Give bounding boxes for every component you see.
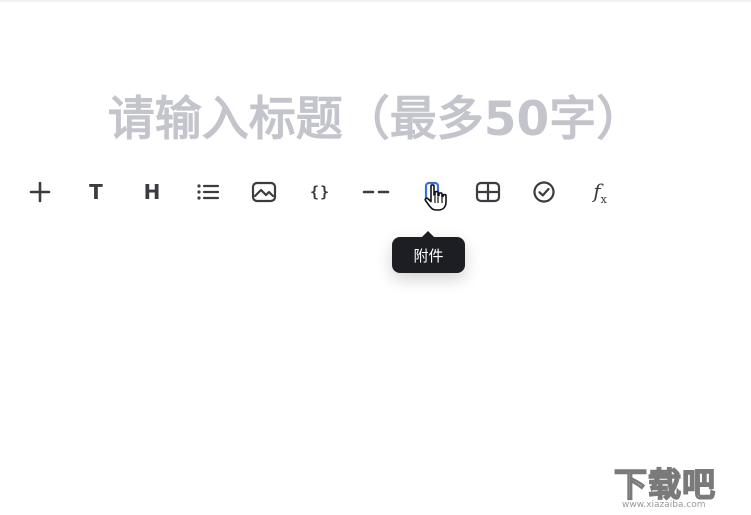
text-button[interactable]: T — [78, 174, 114, 210]
code-braces-icon: {} — [309, 183, 331, 201]
editor-page: T H {} — [0, 0, 751, 515]
hand-pointer-icon — [424, 184, 447, 211]
title-input[interactable] — [0, 86, 751, 152]
text-icon: T — [89, 180, 103, 204]
table-button[interactable] — [470, 174, 506, 210]
divider-button[interactable] — [358, 174, 394, 210]
list-button[interactable] — [190, 174, 226, 210]
tooltip-label: 附件 — [413, 246, 444, 265]
formula-icon: fx — [593, 179, 607, 206]
divider-icon — [362, 190, 390, 194]
formula-glyph-sub: x — [600, 192, 607, 206]
formula-button[interactable]: fx — [582, 174, 618, 210]
plus-icon — [29, 181, 51, 203]
list-icon — [197, 184, 220, 200]
top-divider — [0, 0, 751, 2]
watermark-url: www.xiazaiba.com — [622, 500, 706, 510]
image-button[interactable] — [246, 174, 282, 210]
attachment-tooltip: 附件 — [392, 231, 465, 273]
image-icon — [251, 181, 277, 203]
watermark: 下载吧 www.xiazaiba.com — [613, 458, 744, 514]
todo-button[interactable] — [526, 174, 562, 210]
add-button[interactable] — [22, 174, 58, 210]
table-icon — [475, 181, 501, 203]
watermark-text: 下载吧 — [613, 464, 716, 504]
formula-glyph: f — [593, 178, 601, 203]
insert-toolbar: T H {} fx — [22, 174, 618, 210]
check-circle-icon — [533, 181, 555, 203]
heading-button[interactable]: H — [134, 174, 170, 210]
code-block-button[interactable]: {} — [302, 174, 338, 210]
heading-icon: H — [143, 180, 161, 204]
